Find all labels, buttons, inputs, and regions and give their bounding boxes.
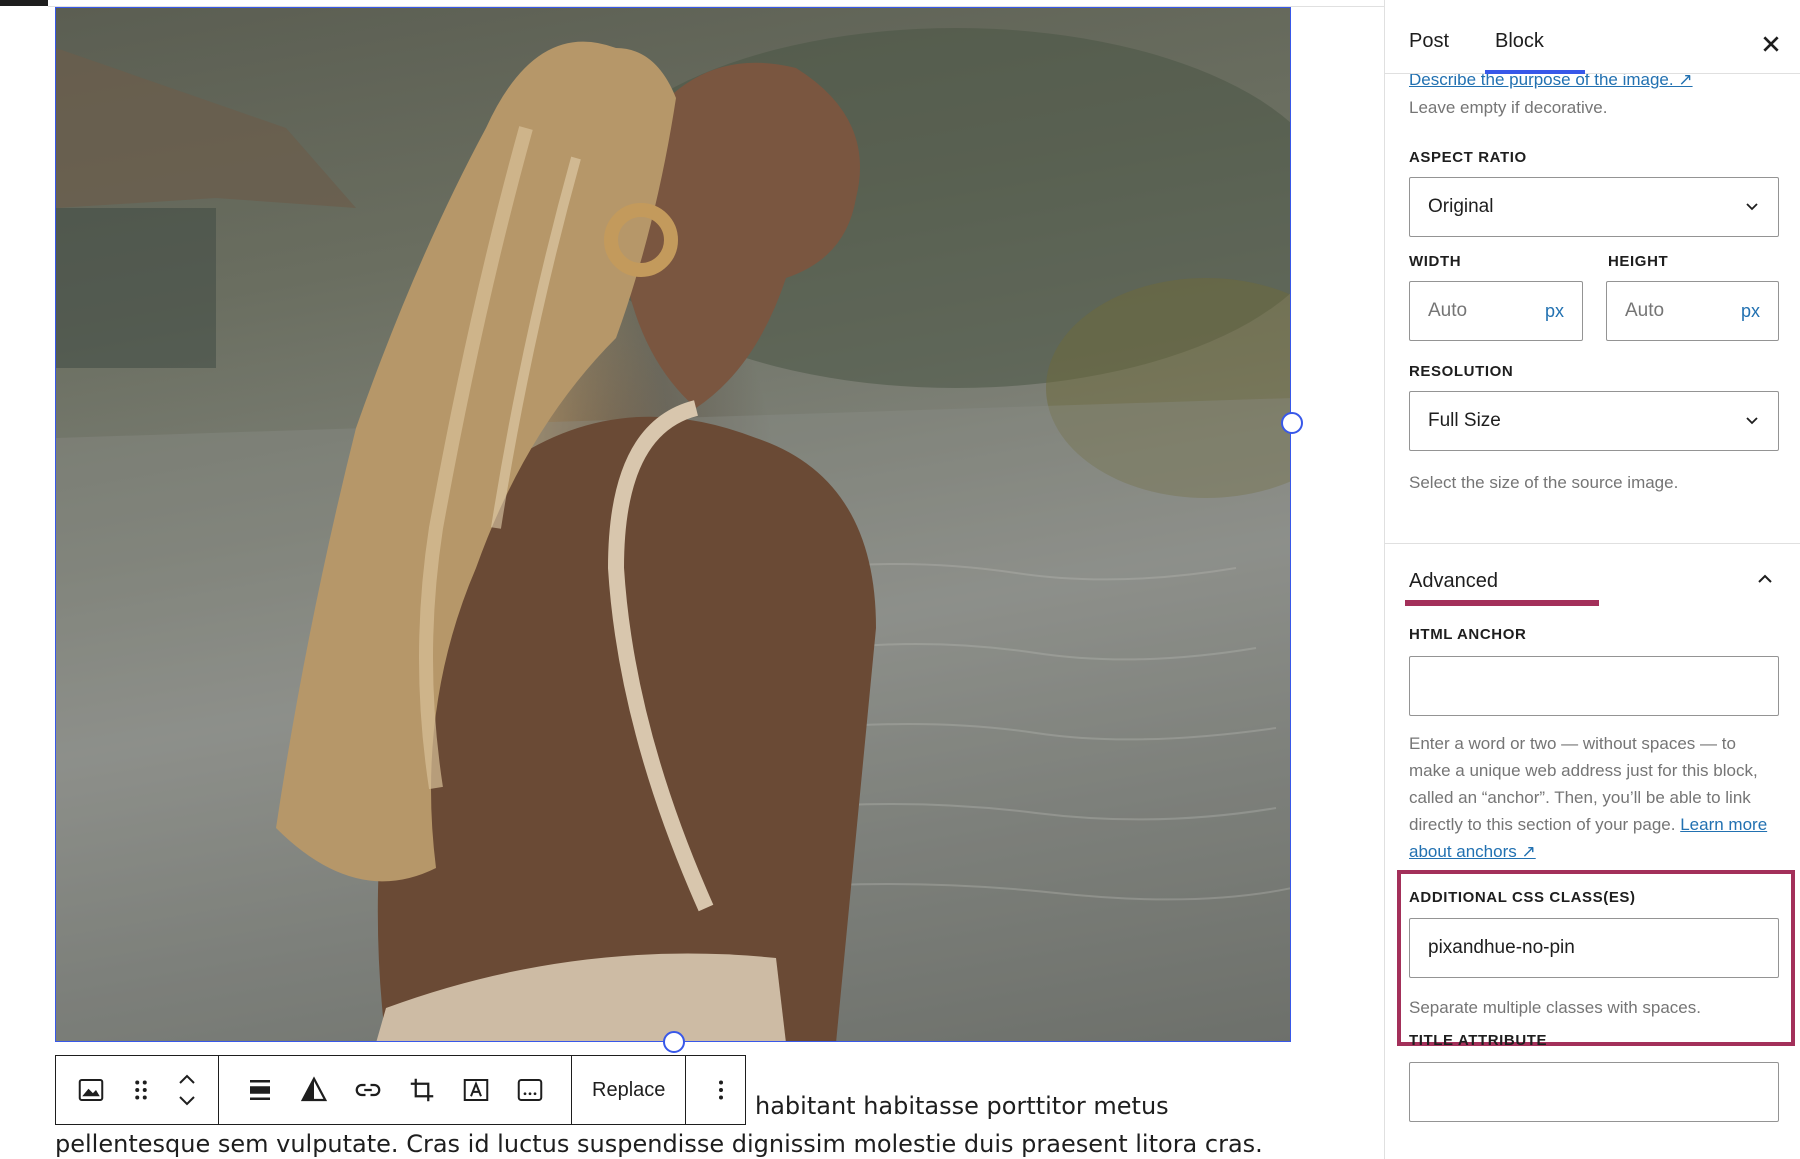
caption-button[interactable] xyxy=(503,1056,557,1124)
chevron-up-icon[interactable] xyxy=(175,1070,199,1090)
replace-button[interactable]: Replace xyxy=(572,1056,685,1124)
top-strip xyxy=(0,0,48,6)
resize-handle-right[interactable] xyxy=(1281,412,1303,434)
chevron-up-icon[interactable] xyxy=(1755,572,1775,586)
aspect-ratio-value: Original xyxy=(1428,196,1494,217)
aspect-ratio-select[interactable]: Original xyxy=(1409,177,1779,237)
duotone-button[interactable] xyxy=(287,1056,341,1124)
css-class-value: pixandhue-no-pin xyxy=(1428,937,1575,958)
toolbar-group-replace: Replace xyxy=(572,1056,687,1124)
crop-button[interactable] xyxy=(395,1056,449,1124)
advanced-highlight-underline xyxy=(1405,600,1599,606)
more-options-button[interactable] xyxy=(686,1056,756,1124)
block-mover xyxy=(164,1056,210,1124)
title-attribute-label: TITLE ATTRIBUTE xyxy=(1409,1032,1548,1049)
text-overlay-icon xyxy=(463,1079,489,1101)
height-label: HEIGHT xyxy=(1608,253,1669,270)
close-icon xyxy=(1763,36,1779,52)
tab-post[interactable]: Post xyxy=(1409,30,1449,53)
chevron-down-icon[interactable] xyxy=(175,1090,199,1110)
crop-icon xyxy=(410,1078,434,1102)
editor-canvas: habitant habitasse porttitor metus pelle… xyxy=(0,0,1384,1159)
resolution-label: RESOLUTION xyxy=(1409,363,1514,380)
roof-shape xyxy=(56,48,356,208)
block-type-button[interactable] xyxy=(64,1056,118,1124)
height-unit[interactable]: px xyxy=(1741,301,1760,322)
css-class-help: Separate multiple classes with spaces. xyxy=(1409,998,1701,1017)
drag-handle-icon xyxy=(135,1080,147,1100)
align-button[interactable] xyxy=(233,1056,287,1124)
aspect-ratio-label: ASPECT RATIO xyxy=(1409,149,1527,166)
sidebar-header: Post Block xyxy=(1385,0,1800,74)
height-input[interactable]: Auto px xyxy=(1606,281,1779,341)
resolution-select[interactable]: Full Size xyxy=(1409,391,1779,451)
resolution-value: Full Size xyxy=(1428,410,1501,431)
photo xyxy=(56,28,1290,1041)
link-button[interactable] xyxy=(341,1056,395,1124)
duotone-icon xyxy=(300,1076,328,1102)
width-label: WIDTH xyxy=(1409,253,1462,270)
building-shape xyxy=(56,208,216,368)
block-toolbar: Replace xyxy=(55,1055,746,1125)
link-icon xyxy=(355,1083,381,1097)
height-placeholder: Auto xyxy=(1625,300,1665,321)
image-icon xyxy=(78,1079,104,1101)
title-attribute-input[interactable] xyxy=(1409,1062,1779,1122)
advanced-panel-toggle[interactable]: Advanced xyxy=(1409,570,1498,593)
alt-text-help-text: Leave empty if decorative. xyxy=(1409,98,1608,117)
drag-handle-button[interactable] xyxy=(118,1056,164,1124)
resolution-help: Select the size of the source image. xyxy=(1409,473,1679,492)
html-anchor-help: Enter a word or two — without spaces — t… xyxy=(1409,730,1779,865)
chevron-down-icon xyxy=(1746,203,1758,211)
css-class-label: ADDITIONAL CSS CLASS(ES) xyxy=(1409,889,1636,906)
active-tab-indicator xyxy=(1485,70,1585,74)
image-block[interactable] xyxy=(55,7,1291,1042)
paragraph-line: pellentesque sem vulputate. Cras id luct… xyxy=(55,1130,1263,1158)
html-anchor-label: HTML ANCHOR xyxy=(1409,626,1527,643)
caption-icon xyxy=(517,1079,543,1101)
settings-sidebar: Post Block Describe the purpose of the i… xyxy=(1384,0,1800,1159)
toolbar-group-tools xyxy=(219,1056,572,1124)
css-class-input[interactable]: pixandhue-no-pin xyxy=(1409,918,1779,978)
width-unit[interactable]: px xyxy=(1545,301,1564,322)
tab-block[interactable]: Block xyxy=(1495,30,1544,53)
text-overlay-button[interactable] xyxy=(449,1056,503,1124)
toolbar-group-more xyxy=(686,1056,756,1124)
width-input[interactable]: Auto px xyxy=(1409,281,1583,341)
html-anchor-input[interactable] xyxy=(1409,656,1779,716)
more-vertical-icon xyxy=(719,1080,724,1100)
panel-divider xyxy=(1385,543,1800,544)
align-icon xyxy=(250,1080,270,1100)
resize-handle-bottom[interactable] xyxy=(663,1031,685,1053)
width-placeholder: Auto xyxy=(1428,300,1468,321)
close-sidebar-button[interactable] xyxy=(1755,28,1787,60)
chevron-down-icon xyxy=(1746,417,1758,425)
toolbar-group-block xyxy=(56,1056,219,1124)
alt-text-help: Describe the purpose of the image. ↗ Lea… xyxy=(1409,66,1779,121)
